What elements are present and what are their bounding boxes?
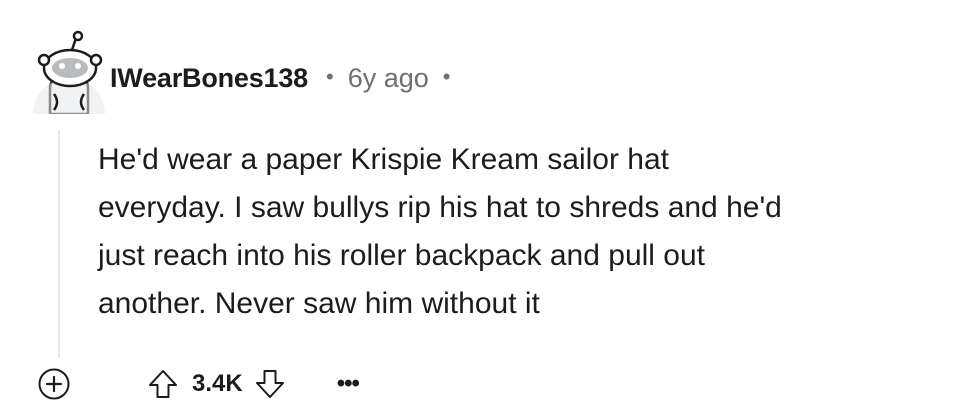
meta-separator: • <box>326 64 334 89</box>
vote-score: 3.4K <box>192 370 243 397</box>
comment-body: He'd wear a paper Krispie Kream sailor h… <box>98 136 948 328</box>
comment-meta: IWearBones138 • 6y ago • <box>110 58 451 98</box>
comment-body-line: another. Never saw him without it <box>98 287 540 320</box>
username[interactable]: IWearBones138 <box>110 63 308 94</box>
upvote-button[interactable] <box>144 364 182 404</box>
action-bar: 3.4K ••• <box>36 364 360 404</box>
comment-body-line: everyday. I saw bullys rip his hat to sh… <box>98 191 782 224</box>
arrow-up-icon <box>149 370 177 398</box>
more-options-button[interactable]: ••• <box>337 364 360 404</box>
comment-body-line: He'd wear a paper Krispie Kream sailor h… <box>98 143 669 176</box>
thread-line[interactable] <box>58 130 60 358</box>
meta-separator-trailing: • <box>442 64 451 89</box>
plus-circle-icon <box>38 368 70 400</box>
timestamp[interactable]: 6y ago <box>348 63 429 94</box>
downvote-button[interactable] <box>251 364 289 404</box>
snoo-avatar-icon <box>33 30 105 150</box>
avatar[interactable] <box>30 28 108 150</box>
comment-body-line: just reach into his roller backpack and … <box>98 239 706 272</box>
arrow-down-icon <box>255 370 284 398</box>
expand-thread-button[interactable] <box>36 366 72 402</box>
